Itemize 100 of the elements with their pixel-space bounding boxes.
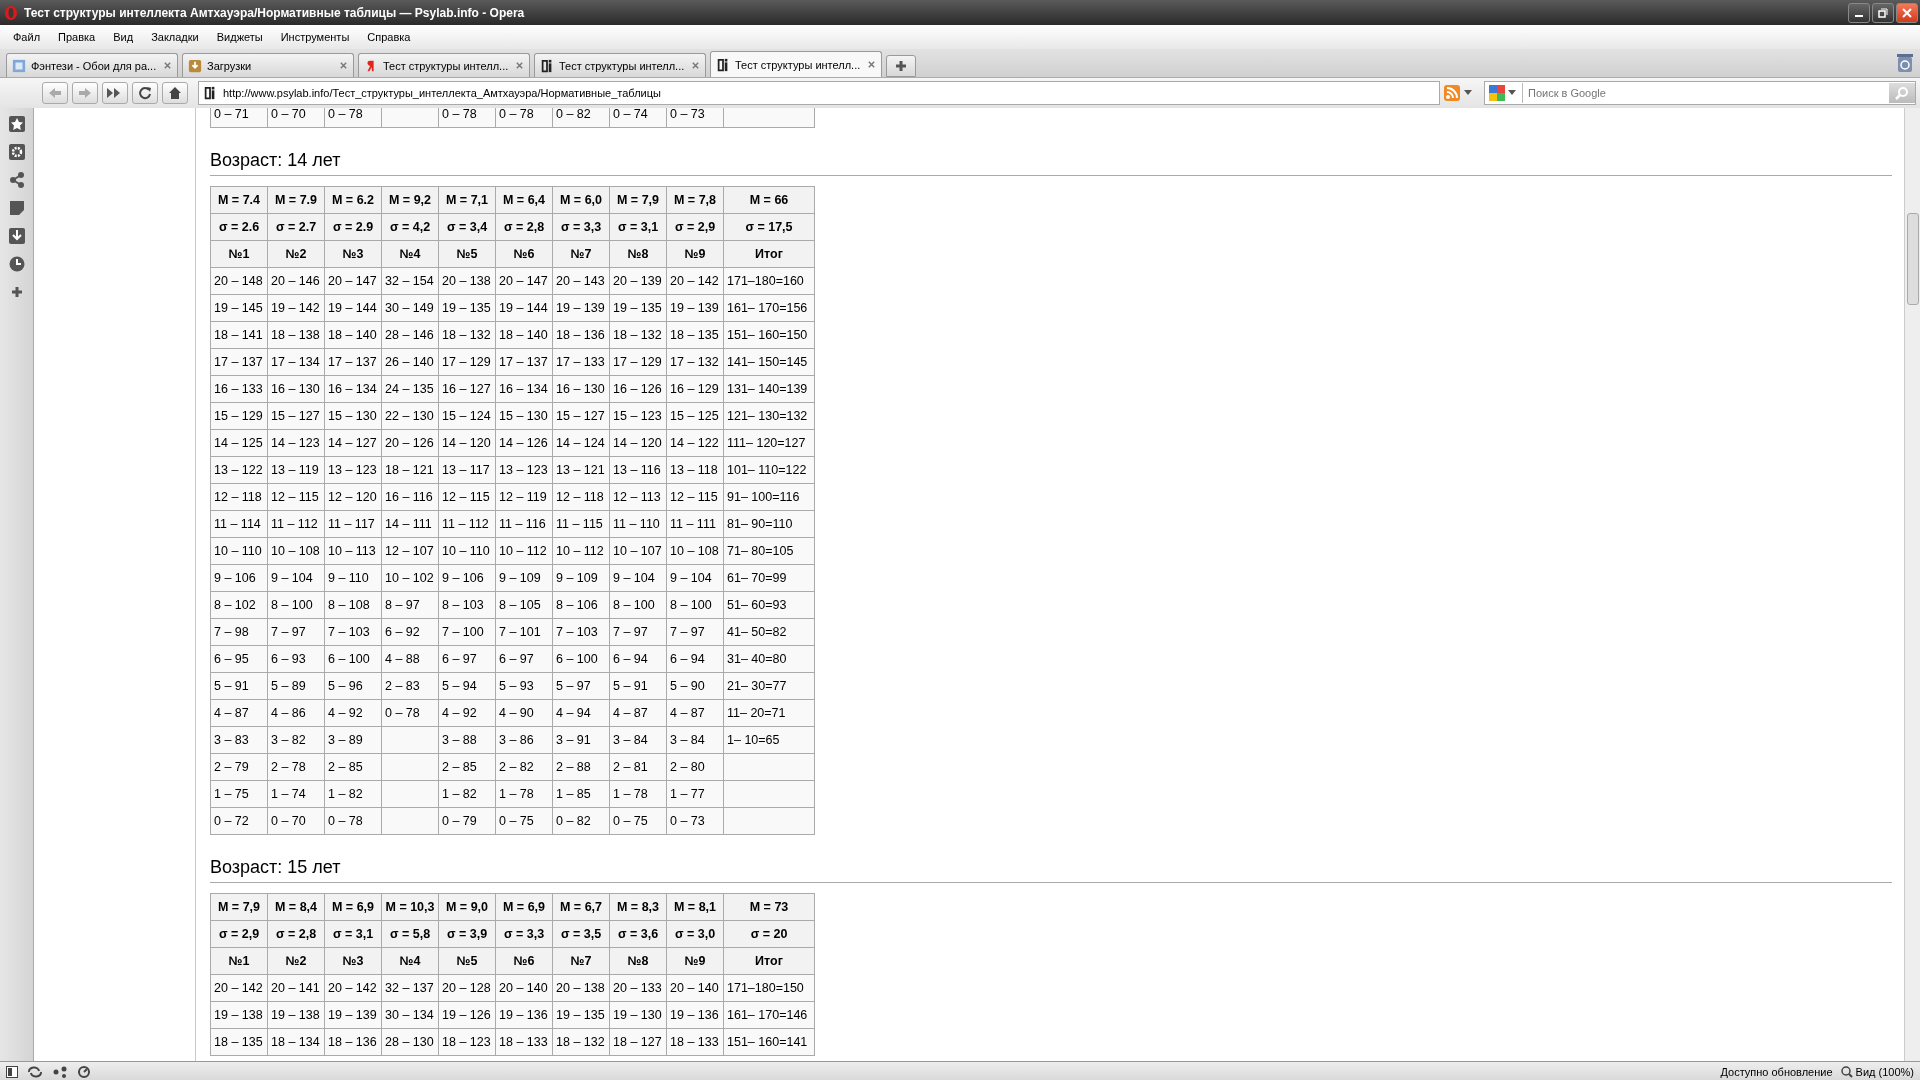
- close-icon[interactable]: [515, 61, 524, 70]
- table-cell: 19 – 135: [438, 294, 496, 322]
- table-cell: 13 – 119: [267, 456, 325, 484]
- address-bar[interactable]: http://www.psylab.info/Тест_структуры_интеллекта_Амтхауэра/Нормативные_таблицы: [198, 81, 1440, 105]
- table-cell: 19 – 142: [267, 294, 325, 322]
- table-cell: 6 – 92: [381, 618, 439, 646]
- browser-tab[interactable]: Тест структуры интелл...: [534, 53, 706, 77]
- scrollbar[interactable]: [1904, 108, 1920, 1061]
- browser-tab[interactable]: Фэнтези - Обои для ра...: [6, 53, 178, 77]
- zoom-icon[interactable]: [1840, 1065, 1853, 1078]
- panel-toggle-icon[interactable]: [6, 1065, 18, 1078]
- table-cell: 19 – 126: [438, 1001, 496, 1029]
- table-cell: 18 – 140: [495, 321, 553, 349]
- menu-item[interactable]: Справка: [358, 31, 420, 43]
- table-cell: 8 – 108: [324, 591, 382, 619]
- download-icon[interactable]: [8, 228, 25, 244]
- star-icon[interactable]: [8, 116, 25, 132]
- menu-item[interactable]: Вид: [104, 31, 143, 43]
- column-header: Итог: [723, 240, 815, 268]
- close-icon[interactable]: [163, 61, 172, 70]
- table-cell: 16 – 134: [495, 375, 553, 403]
- close-icon[interactable]: [339, 61, 348, 70]
- new-tab-button[interactable]: [886, 55, 916, 77]
- mean-cell: M = 8,1: [666, 893, 724, 921]
- menu-item[interactable]: Правка: [49, 31, 105, 43]
- zoom-level[interactable]: Вид (100%): [1855, 1065, 1914, 1078]
- restore-button[interactable]: [1872, 2, 1894, 23]
- table-cell: 19 – 135: [609, 294, 667, 322]
- trash-icon[interactable]: [1896, 53, 1914, 73]
- table-cell: 9 – 109: [495, 564, 553, 592]
- table-cell: 91– 100=116: [723, 483, 815, 511]
- table-cell: 13 – 123: [324, 456, 382, 484]
- table-cell: 18 – 132: [609, 321, 667, 349]
- share-icon[interactable]: [8, 172, 25, 188]
- table-cell: 12 – 118: [210, 483, 268, 511]
- table-cell: 19 – 130: [609, 1001, 667, 1029]
- browser-tab[interactable]: Тест структуры интелл...: [710, 51, 882, 77]
- table-cell: 4 – 87: [210, 699, 268, 727]
- clock-icon[interactable]: [8, 256, 25, 272]
- table-cell: 3 – 88: [438, 726, 496, 754]
- sigma-cell: σ = 2.6: [210, 213, 268, 241]
- table-cell: 18 – 133: [666, 1028, 724, 1056]
- search-engine-icon[interactable]: [1488, 84, 1506, 102]
- speed-icon[interactable]: [78, 1065, 90, 1078]
- table-cell: 19 – 135: [552, 1001, 610, 1029]
- table-cell: 8 – 103: [438, 591, 496, 619]
- table-cell: 14 – 126: [495, 429, 553, 457]
- plus-icon: [895, 60, 907, 72]
- table-cell: 20 – 148: [210, 267, 268, 295]
- section-heading: Возраст: 15 лет: [210, 857, 1892, 883]
- table-cell: 4 – 92: [438, 699, 496, 727]
- reload-button[interactable]: [132, 82, 158, 104]
- table-cell: 41– 50=82: [723, 618, 815, 646]
- update-notice[interactable]: Доступно обновление: [1720, 1065, 1833, 1078]
- menu-item[interactable]: Файл: [4, 31, 50, 43]
- site-logo-icon: [12, 58, 26, 73]
- minimize-button[interactable]: [1848, 2, 1870, 23]
- table-cell: 18 – 135: [666, 321, 724, 349]
- table-cell: 6 – 100: [552, 645, 610, 673]
- table-cell: 16 – 116: [381, 483, 439, 511]
- table-cell: 18 – 132: [552, 1028, 610, 1056]
- close-icon[interactable]: [867, 60, 876, 69]
- gear-icon[interactable]: [8, 144, 25, 160]
- table-cell: 14 – 125: [210, 429, 268, 457]
- search-bar[interactable]: Поиск в Google: [1484, 81, 1916, 105]
- close-icon[interactable]: [691, 61, 700, 70]
- table-cell: 61– 70=99: [723, 564, 815, 592]
- browser-logo-icon: [4, 4, 18, 21]
- table-cell: 0 – 78: [495, 108, 553, 128]
- note-icon[interactable]: [8, 200, 25, 216]
- fast-forward-button[interactable]: [102, 82, 128, 104]
- close-button[interactable]: [1896, 2, 1918, 23]
- menu-item[interactable]: Закладки: [142, 31, 208, 43]
- table-cell: 15 – 125: [666, 402, 724, 430]
- table-cell: 13 – 122: [210, 456, 268, 484]
- browser-tab[interactable]: Загрузки: [182, 53, 354, 77]
- address-field[interactable]: http://www.psylab.info/Тест_структуры_интеллекта_Амтхауэра/Нормативные_таблицы: [223, 87, 1435, 99]
- table-cell: 15 – 123: [609, 402, 667, 430]
- menu-item[interactable]: Инструменты: [271, 31, 359, 43]
- table-cell: 11 – 114: [210, 510, 268, 538]
- home-button[interactable]: [162, 82, 188, 104]
- search-field[interactable]: Поиск в Google: [1528, 87, 1889, 99]
- table-cell: 0 – 82: [552, 108, 610, 128]
- caret-icon[interactable]: [1464, 90, 1472, 96]
- browser-tab[interactable]: Тест структуры интелл...: [358, 53, 530, 77]
- minimize-icon: [1855, 14, 1863, 17]
- table-cell: 20 – 146: [267, 267, 325, 295]
- table-cell: 22 – 130: [381, 402, 439, 430]
- table-cell: 17 – 133: [552, 348, 610, 376]
- caret-icon[interactable]: [1508, 90, 1516, 96]
- table-cell: 15 – 124: [438, 402, 496, 430]
- table-cell: 16 – 133: [210, 375, 268, 403]
- table-cell: 9 – 109: [552, 564, 610, 592]
- table-cell: 0 – 73: [666, 807, 724, 835]
- table-cell: 17 – 134: [267, 348, 325, 376]
- table-cell: 10 – 108: [666, 537, 724, 565]
- table-cell: 20 – 139: [609, 267, 667, 295]
- sync-icon[interactable]: [26, 1065, 44, 1078]
- menu-item[interactable]: Виджеты: [207, 31, 272, 43]
- table-cell: 12 – 118: [552, 483, 610, 511]
